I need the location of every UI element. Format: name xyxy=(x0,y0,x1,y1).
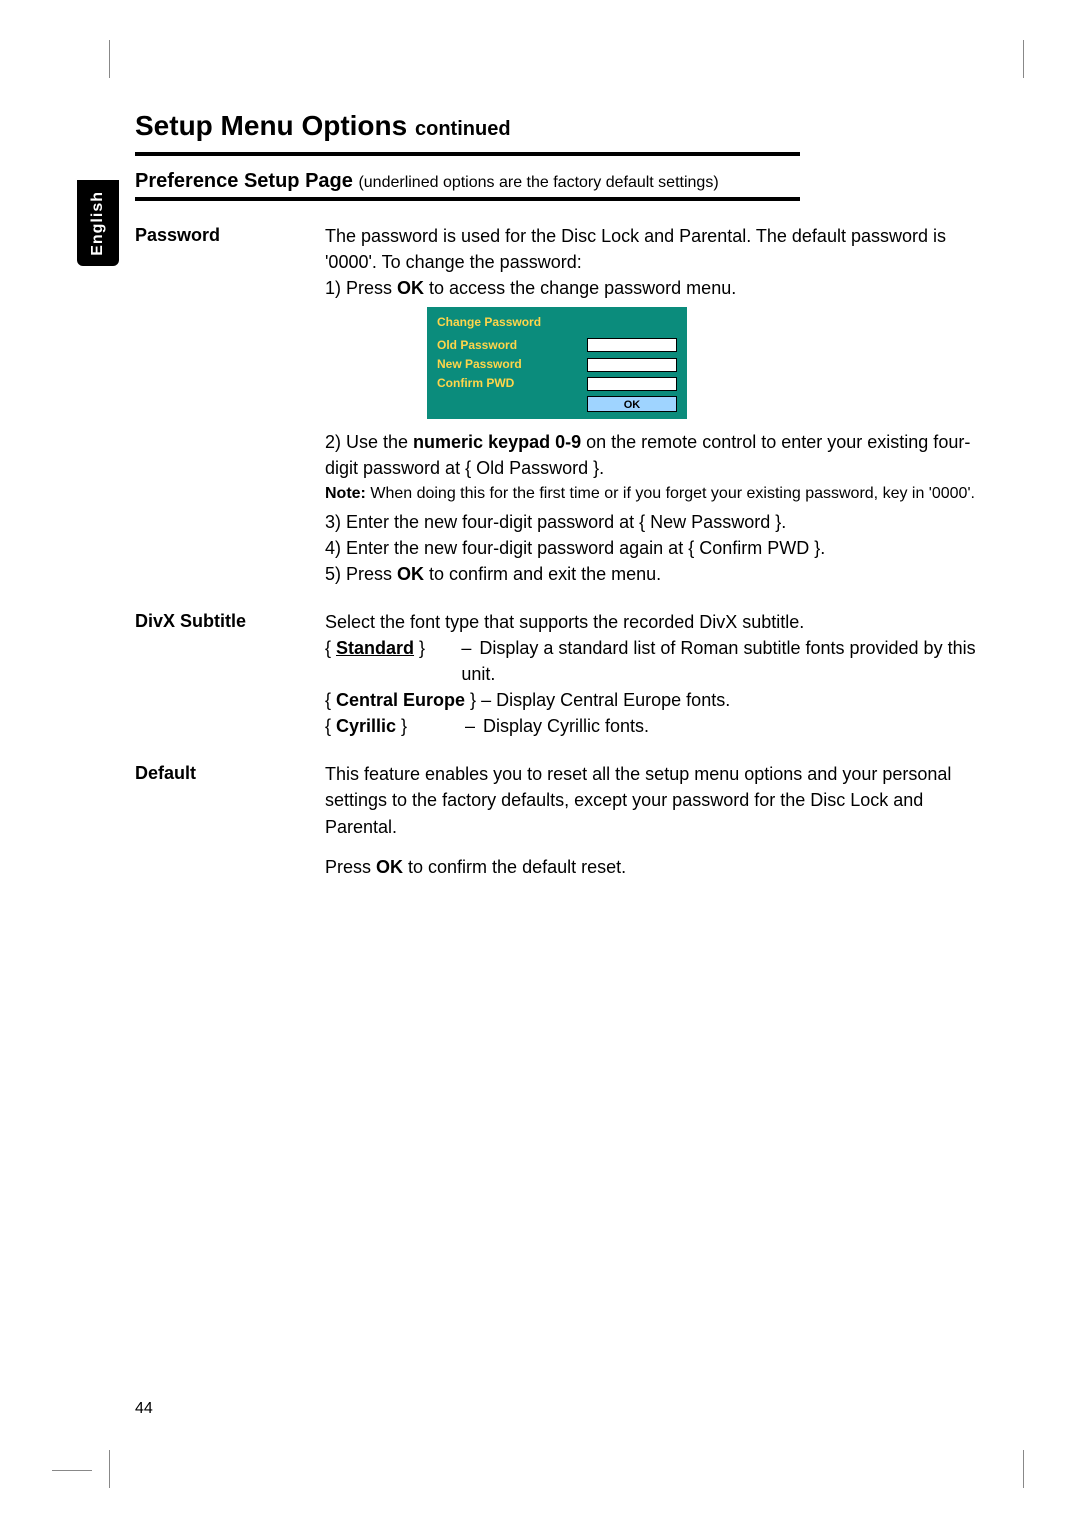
option-label: DivX Subtitle xyxy=(135,609,295,739)
body-text: Select the font type that supports the r… xyxy=(325,609,1000,635)
option-row-default: Default This feature enables you to rese… xyxy=(135,761,1000,879)
dialog-input xyxy=(587,377,677,391)
page-content: Setup Menu Options continued Preference … xyxy=(135,110,1000,880)
option-content: This feature enables you to reset all th… xyxy=(325,761,1000,879)
option-label: Default xyxy=(135,761,295,879)
dialog-row: New Password xyxy=(433,355,681,374)
section-heading-bold: Preference Setup Page xyxy=(135,170,353,192)
body-text: Press OK to confirm the default reset. xyxy=(325,854,1000,880)
option-line: { Cyrillic } –Display Cyrillic fonts. xyxy=(325,713,1000,739)
option-row-password: Password The password is used for the Di… xyxy=(135,223,1000,587)
divider xyxy=(135,197,800,201)
option-content: The password is used for the Disc Lock a… xyxy=(325,223,1000,587)
option-content: Select the font type that supports the r… xyxy=(325,609,1000,739)
body-text: 3) Enter the new four-digit password at … xyxy=(325,509,1000,535)
dialog-ok-button: OK xyxy=(587,396,677,412)
crop-mark xyxy=(109,40,110,78)
dialog-label: New Password xyxy=(437,356,581,373)
page-number: 44 xyxy=(135,1400,153,1418)
dialog-input xyxy=(587,338,677,352)
crop-mark xyxy=(1023,1450,1024,1488)
language-tab-label: English xyxy=(89,191,107,256)
section-heading: Preference Setup Page (underlined option… xyxy=(135,170,1000,193)
dialog-title: Change Password xyxy=(433,312,681,335)
body-text: This feature enables you to reset all th… xyxy=(325,761,1000,839)
note-text: Note: When doing this for the first time… xyxy=(325,483,1000,505)
option-line: { Central Europe } – Display Central Eur… xyxy=(325,687,1000,713)
option-row-divx-subtitle: DivX Subtitle Select the font type that … xyxy=(135,609,1000,739)
dialog-input xyxy=(587,358,677,372)
crop-mark xyxy=(52,1470,92,1471)
dialog-ok-row: OK xyxy=(433,394,681,412)
divider xyxy=(135,152,800,156)
password-dialog-illustration: Change Password Old Password New Passwor… xyxy=(427,307,687,419)
body-text: 2) Use the numeric keypad 0-9 on the rem… xyxy=(325,429,1000,481)
body-text: 4) Enter the new four-digit password aga… xyxy=(325,535,1000,561)
dialog-label: Confirm PWD xyxy=(437,375,581,392)
crop-mark xyxy=(109,1450,110,1488)
body-text: The password is used for the Disc Lock a… xyxy=(325,223,1000,275)
page-title-main: Setup Menu Options xyxy=(135,110,407,141)
body-text: 5) Press OK to confirm and exit the menu… xyxy=(325,561,1000,587)
page-title: Setup Menu Options continued xyxy=(135,110,1000,142)
page-title-continued: continued xyxy=(415,118,511,140)
body-text: 1) Press OK to access the change passwor… xyxy=(325,275,1000,301)
option-label: Password xyxy=(135,223,295,587)
section-heading-sub: underlined options are the factory defau… xyxy=(364,174,714,191)
default-option: Standard xyxy=(336,638,414,658)
dialog-row: Confirm PWD xyxy=(433,374,681,393)
dialog-label: Old Password xyxy=(437,337,581,354)
dialog-row: Old Password xyxy=(433,336,681,355)
language-tab: English xyxy=(77,180,119,266)
option-line: { Standard } –Display a standard list of… xyxy=(325,635,1000,687)
crop-mark xyxy=(1023,40,1024,78)
